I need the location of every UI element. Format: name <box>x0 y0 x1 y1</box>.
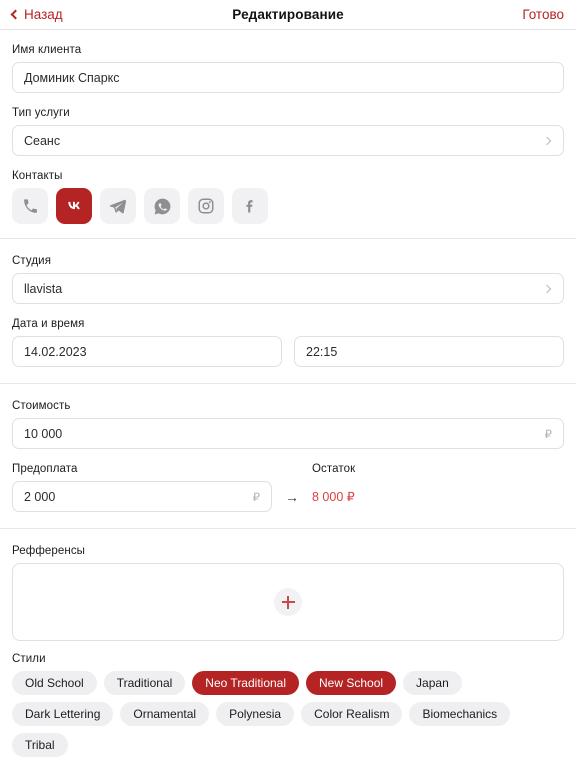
service-type-value: Сеанс <box>24 133 61 148</box>
navigation-bar: Назад Редактирование Готово <box>0 0 576 30</box>
service-type-select[interactable]: Сеанс <box>12 125 564 156</box>
telegram-icon <box>109 199 127 214</box>
style-chip[interactable]: New School <box>306 671 397 695</box>
style-chip[interactable]: Polynesia <box>216 702 295 726</box>
style-chip[interactable]: Dark Lettering <box>12 702 114 726</box>
service-type-label: Тип услуги <box>12 107 70 119</box>
whatsapp-icon <box>154 198 170 214</box>
phone-icon <box>23 198 37 213</box>
cost-value: 10 000 <box>24 426 63 441</box>
arrow-right-icon: → <box>285 488 299 505</box>
time-value: 22:15 <box>306 344 338 359</box>
remainder-label: Остаток <box>312 463 356 475</box>
references-label: Рефференсы <box>12 545 86 557</box>
client-name-input[interactable]: Доминик Спаркс <box>12 62 564 93</box>
field-styles: Стили Old School Traditional Neo Traditi… <box>12 653 564 757</box>
field-references: Рефференсы <box>12 545 564 641</box>
remainder-value: 8 000 ₽ <box>312 490 355 504</box>
section-payment: Стоимость 10 000 ₽ Предоплата 2 000 ₽ → … <box>0 400 576 512</box>
date-value: 14.02.2023 <box>24 344 87 359</box>
prepayment-input[interactable]: 2 000 ₽ <box>12 481 272 512</box>
prepayment-value: 2 000 <box>24 489 56 504</box>
section-references-styles: Рефференсы Стили Old School Traditional … <box>0 545 576 768</box>
field-remainder: Остаток 8 000 ₽ <box>312 463 564 512</box>
datetime-row: 14.02.2023 22:15 <box>12 336 564 367</box>
field-client-name: Имя клиента Доминик Спаркс <box>12 44 564 93</box>
contacts-row <box>12 188 564 224</box>
chevron-left-icon <box>10 9 21 20</box>
section-divider <box>0 383 576 384</box>
cost-label: Стоимость <box>12 400 71 412</box>
client-name-label: Имя клиента <box>12 44 82 56</box>
field-prepayment: Предоплата 2 000 ₽ <box>12 463 272 512</box>
datetime-label: Дата и время <box>12 318 85 330</box>
field-studio: Студия llavista <box>12 255 564 304</box>
style-chip[interactable]: Tribal <box>12 733 68 757</box>
client-name-value: Доминик Спаркс <box>24 70 120 85</box>
page-title: Редактирование <box>232 7 344 22</box>
style-chip[interactable]: Biomechanics <box>409 702 511 726</box>
time-input[interactable]: 22:15 <box>294 336 564 367</box>
studio-value: llavista <box>24 281 63 296</box>
add-reference-button[interactable] <box>274 588 302 616</box>
style-chip[interactable]: Japan <box>403 671 462 695</box>
field-service-type: Тип услуги Сеанс <box>12 107 564 156</box>
ruble-symbol: ₽ <box>252 491 260 504</box>
vk-icon <box>68 201 80 210</box>
styles-label: Стили <box>12 653 46 665</box>
studio-label: Студия <box>12 255 52 267</box>
style-chip[interactable]: Traditional <box>103 671 186 695</box>
style-chip[interactable]: Color Realism <box>301 702 403 726</box>
contact-whatsapp-button[interactable] <box>144 188 180 224</box>
field-contacts: Контакты <box>12 170 564 224</box>
style-chip[interactable]: Neo Traditional <box>192 671 300 695</box>
references-dropzone[interactable] <box>12 563 564 641</box>
styles-chip-list: Old School Traditional Neo Traditional N… <box>12 671 564 757</box>
field-datetime: Дата и время 14.02.2023 22:15 <box>12 318 564 367</box>
cost-input[interactable]: 10 000 ₽ <box>12 418 564 449</box>
contacts-label: Контакты <box>12 170 63 182</box>
section-appointment: Студия llavista Дата и время 14.02.2023 … <box>0 255 576 367</box>
style-chip[interactable]: Ornamental <box>120 702 210 726</box>
chevron-right-icon <box>542 136 552 145</box>
date-input[interactable]: 14.02.2023 <box>12 336 282 367</box>
back-button[interactable]: Назад <box>10 7 63 22</box>
contact-vk-button[interactable] <box>56 188 92 224</box>
contact-telegram-button[interactable] <box>100 188 136 224</box>
contact-instagram-button[interactable] <box>188 188 224 224</box>
section-divider <box>0 528 576 529</box>
ruble-symbol: ₽ <box>544 428 552 441</box>
field-cost: Стоимость 10 000 ₽ <box>12 400 564 449</box>
contact-phone-button[interactable] <box>12 188 48 224</box>
chevron-right-icon <box>542 284 552 293</box>
instagram-icon <box>198 198 214 214</box>
done-button[interactable]: Готово <box>522 7 564 22</box>
facebook-icon <box>246 200 253 213</box>
prepayment-label: Предоплата <box>12 463 78 475</box>
form-scroll-container[interactable]: Имя клиента Доминик Спаркс Тип услуги Се… <box>0 30 576 768</box>
section-divider <box>0 238 576 239</box>
section-client-info: Имя клиента Доминик Спаркс Тип услуги Се… <box>0 44 576 224</box>
style-chip[interactable]: Old School <box>12 671 97 695</box>
studio-select[interactable]: llavista <box>12 273 564 304</box>
contact-facebook-button[interactable] <box>232 188 268 224</box>
field-prepayment-row: Предоплата 2 000 ₽ → Остаток 8 000 ₽ <box>12 463 564 512</box>
back-button-label: Назад <box>24 7 63 22</box>
